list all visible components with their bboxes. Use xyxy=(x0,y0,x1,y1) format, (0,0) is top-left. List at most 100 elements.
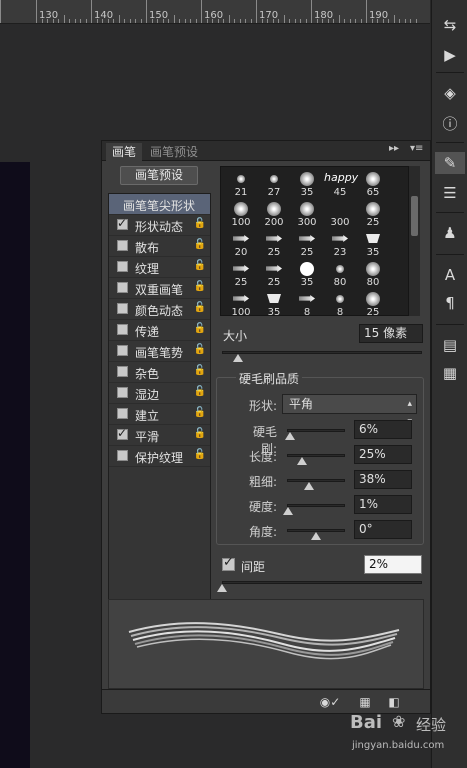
brush-tip[interactable]: 8 xyxy=(291,289,323,315)
bristle-prop-input[interactable]: 6% xyxy=(354,420,412,439)
bristle-prop-input[interactable]: 1% xyxy=(354,495,412,514)
bristle-prop-slider[interactable] xyxy=(287,479,345,482)
lock-icon[interactable]: 🔓 xyxy=(194,386,206,397)
brush-setting-row[interactable]: 画笔笔势 🔓 xyxy=(109,341,210,362)
bristle-prop-slider[interactable] xyxy=(287,504,345,507)
tip-grid-scrollbar[interactable] xyxy=(408,166,420,316)
spacing-checkbox[interactable] xyxy=(222,555,235,571)
setting-checkbox[interactable] xyxy=(117,303,128,314)
brush-tip[interactable]: 35 xyxy=(357,229,389,259)
new-preset-icon[interactable]: ◧ xyxy=(382,693,406,711)
brush-tip[interactable]: 80 xyxy=(357,259,389,289)
shape-select[interactable]: 平角 ▴▾ xyxy=(282,394,417,427)
brush-tip[interactable]: 20 xyxy=(225,229,257,259)
lock-icon[interactable]: 🔓 xyxy=(194,365,206,376)
size-slider-knob[interactable] xyxy=(233,354,243,362)
brush-tip[interactable]: 25 xyxy=(357,199,389,229)
brush-setting-row[interactable]: 颜色动态 🔓 xyxy=(109,299,210,320)
lock-icon[interactable]: 🔓 xyxy=(194,239,206,250)
layers-icon[interactable]: ▤ xyxy=(435,334,465,356)
lock-icon[interactable]: 🔓 xyxy=(194,218,206,229)
brush-tip[interactable]: 27 xyxy=(258,169,290,199)
lock-icon[interactable]: 🔓 xyxy=(194,407,206,418)
3d-icon[interactable]: ◈ xyxy=(435,82,465,104)
setting-checkbox[interactable] xyxy=(117,426,128,440)
brush-tip[interactable]: 23 xyxy=(324,229,356,259)
brush-tip[interactable]: 21 xyxy=(225,169,257,199)
brush-tip[interactable]: 35 xyxy=(291,169,323,199)
bristle-prop-input[interactable]: 0° xyxy=(354,520,412,539)
document-canvas[interactable] xyxy=(0,162,30,768)
bristle-prop-input[interactable]: 38% xyxy=(354,470,412,489)
collapse-icon[interactable]: ▸▸ xyxy=(389,143,399,154)
brush-setting-row[interactable]: 平滑 🔓 xyxy=(109,425,210,446)
history-icon[interactable]: ⇆ xyxy=(435,14,465,36)
character-icon[interactable]: A xyxy=(435,264,465,286)
brush-setting-row[interactable]: 双重画笔 🔓 xyxy=(109,278,210,299)
brush-tip[interactable]: 25 xyxy=(357,289,389,315)
tab-brush[interactable]: 画笔 xyxy=(106,143,143,161)
bristle-prop-input[interactable]: 25% xyxy=(354,445,412,464)
size-input[interactable]: 15 像素 xyxy=(359,324,423,343)
bristle-prop-knob[interactable] xyxy=(311,532,321,540)
brush-icon[interactable]: ✎ xyxy=(435,152,465,174)
setting-checkbox[interactable] xyxy=(117,324,128,335)
spacing-slider-knob[interactable] xyxy=(217,584,227,592)
size-slider[interactable] xyxy=(222,351,422,354)
lock-icon[interactable]: 🔓 xyxy=(194,260,206,271)
brush-setting-row[interactable]: 杂色 🔓 xyxy=(109,362,210,383)
lock-icon[interactable]: 🔓 xyxy=(194,281,206,292)
brush-tip[interactable]: happy 45 xyxy=(324,169,358,199)
setting-checkbox[interactable] xyxy=(117,450,128,461)
brush-setting-row[interactable]: 保护纹理 🔓 xyxy=(109,446,210,467)
bristle-prop-knob[interactable] xyxy=(296,457,307,465)
panel-menu-icon[interactable]: ▾≡ xyxy=(410,143,423,154)
grid-icon[interactable]: ▦ xyxy=(353,693,377,711)
brush-tip[interactable]: 25 xyxy=(258,229,290,259)
play-icon[interactable]: ▶ xyxy=(435,44,465,66)
stamp-icon[interactable]: ♟ xyxy=(435,222,465,244)
setting-checkbox[interactable] xyxy=(117,387,128,398)
bristle-prop-knob[interactable] xyxy=(285,432,296,440)
lock-icon[interactable]: 🔓 xyxy=(194,428,206,439)
spacing-input[interactable]: 2% xyxy=(364,555,422,574)
setting-checkbox[interactable] xyxy=(117,345,128,356)
setting-checkbox[interactable] xyxy=(117,366,128,377)
brush-tip[interactable]: 25 xyxy=(291,229,323,259)
brush-tip[interactable]: 65 xyxy=(357,169,389,199)
lock-icon[interactable]: 🔓 xyxy=(194,449,206,460)
brush-tip[interactable]: 25 xyxy=(258,259,290,289)
paragraph-icon[interactable]: ¶ xyxy=(435,292,465,314)
brush-setting-row[interactable]: 湿边 🔓 xyxy=(109,383,210,404)
brush-tip[interactable]: 300 xyxy=(324,199,356,229)
brush-presets-button[interactable]: 画笔预设 xyxy=(120,166,198,185)
lock-icon[interactable]: 🔓 xyxy=(194,323,206,334)
setting-checkbox[interactable] xyxy=(117,408,128,419)
brush-tip[interactable]: 35 xyxy=(291,259,323,289)
brush-setting-row[interactable]: 纹理 🔓 xyxy=(109,257,210,278)
brush-tip[interactable]: 100 xyxy=(225,289,257,315)
brush-setting-row[interactable]: 建立 🔓 xyxy=(109,404,210,425)
bristle-prop-knob[interactable] xyxy=(304,482,315,490)
setting-checkbox[interactable] xyxy=(117,216,128,230)
lock-icon[interactable]: 🔓 xyxy=(194,344,206,355)
horizontal-ruler[interactable]: 130 140 150 160 170 180 190 xyxy=(0,0,430,24)
brush-setting-row[interactable]: 传递 🔓 xyxy=(109,320,210,341)
brush-tip[interactable]: 300 xyxy=(291,199,323,229)
setting-checkbox[interactable] xyxy=(117,240,128,251)
adjust-icon[interactable]: ☰ xyxy=(435,182,465,204)
brush-tip[interactable]: 8 xyxy=(324,289,356,315)
setting-checkbox[interactable] xyxy=(117,282,128,293)
brush-tip[interactable]: 100 xyxy=(225,199,257,229)
brush-tip-grid[interactable]: 21 27 35 happy 45 65 100 200 300 300 25 20 25 25 23 35 2… xyxy=(220,166,420,316)
brush-tip[interactable]: 200 xyxy=(258,199,290,229)
brush-toggle-icon[interactable]: ◉✓ xyxy=(318,693,342,711)
brush-tip[interactable]: 25 xyxy=(225,259,257,289)
tab-brush-presets[interactable]: 画笔预设 xyxy=(144,143,204,161)
setting-checkbox[interactable] xyxy=(117,261,128,272)
brush-setting-row[interactable]: 画笔笔尖形状 xyxy=(109,194,210,215)
brush-setting-row[interactable]: 形状动态 🔓 xyxy=(109,215,210,236)
spacing-slider[interactable] xyxy=(222,581,422,584)
bristle-prop-slider[interactable] xyxy=(287,429,345,432)
notes-icon[interactable]: ▦ xyxy=(435,362,465,384)
